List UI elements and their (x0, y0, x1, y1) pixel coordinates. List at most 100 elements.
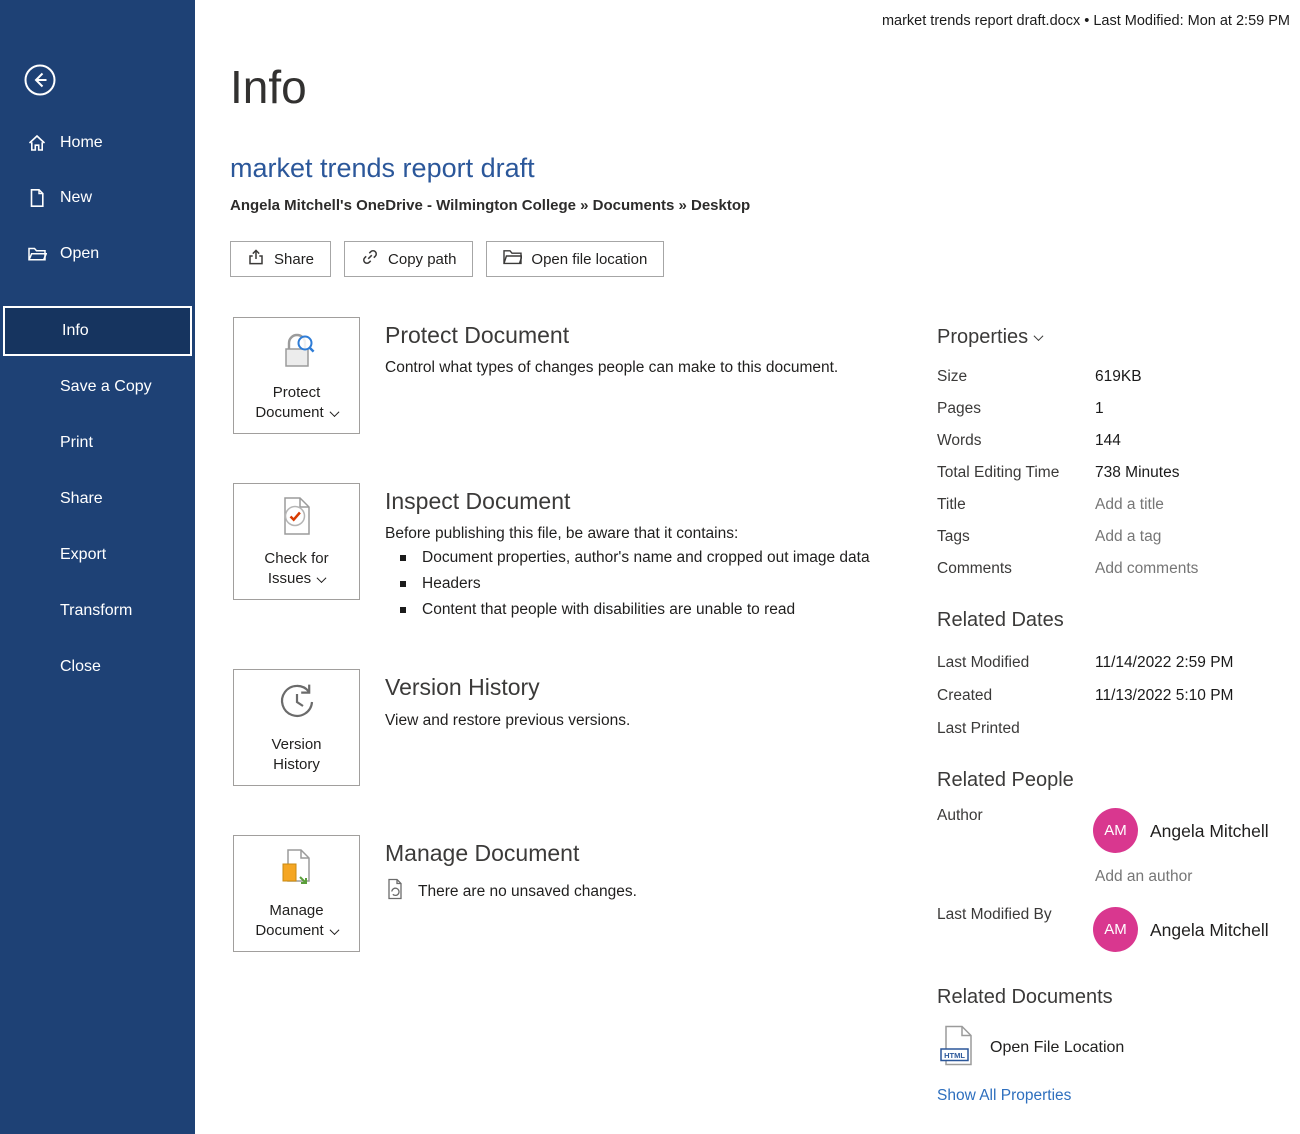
svg-text:HTML: HTML (944, 1051, 965, 1060)
sidebar-item-label: Save a Copy (60, 378, 152, 396)
open-file-location-link-label: Open File Location (990, 1039, 1124, 1057)
inspect-document-bullet-list: Document properties, author's name and c… (400, 549, 870, 627)
protect-document-button[interactable]: Protect Document (233, 317, 360, 434)
date-row-last-modified: Last Modified 11/14/2022 2:59 PM (937, 646, 1297, 679)
last-modified-by-label: Last Modified By (937, 906, 1052, 924)
show-all-properties-link[interactable]: Show All Properties (937, 1087, 1071, 1105)
share-button[interactable]: Share (230, 241, 331, 277)
sidebar-item-label: New (60, 189, 92, 207)
open-file-location-link[interactable]: HTML Open File Location (940, 1025, 1124, 1071)
chevron-down-icon (329, 925, 339, 935)
property-label: Title (937, 496, 1095, 514)
add-comments-field[interactable]: Add comments (1095, 560, 1198, 578)
author-label: Author (937, 807, 983, 825)
property-label: Words (937, 432, 1095, 450)
page-title: Info (230, 60, 307, 114)
new-document-icon (27, 188, 47, 208)
version-history-button-label: Version History (271, 736, 321, 773)
chevron-down-icon (317, 573, 327, 583)
property-label: Comments (937, 560, 1095, 578)
check-for-issues-icon (275, 494, 319, 542)
version-history-description: View and restore previous versions. (385, 712, 630, 730)
bullet-item: Headers (400, 575, 870, 593)
inspect-document-description: Before publishing this file, be aware th… (385, 525, 738, 543)
sidebar-item-close[interactable]: Close (0, 642, 195, 692)
date-label: Last Printed (937, 720, 1095, 738)
property-value: 1 (1095, 400, 1104, 418)
version-history-clock-icon (275, 680, 319, 728)
property-value: 144 (1095, 432, 1121, 450)
open-file-location-button[interactable]: Open file location (486, 241, 664, 277)
sidebar-item-label: Info (62, 322, 89, 340)
protect-document-button-label: Protect Document (255, 384, 323, 421)
property-row-words: Words 144 (937, 425, 1297, 457)
property-label: Tags (937, 528, 1095, 546)
properties-heading[interactable]: Properties (937, 326, 1042, 349)
sidebar-item-label: Print (60, 434, 93, 452)
property-label: Total Editing Time (937, 464, 1095, 482)
related-documents-heading: Related Documents (937, 986, 1113, 1009)
back-arrow-icon (23, 84, 57, 101)
bullet-item: Content that people with disabilities ar… (400, 601, 870, 619)
property-row-size: Size 619KB (937, 361, 1297, 393)
date-value: 11/14/2022 2:59 PM (1095, 654, 1233, 672)
related-dates-table: Last Modified 11/14/2022 2:59 PM Created… (937, 646, 1297, 745)
protect-document-description: Control what types of changes people can… (385, 359, 838, 377)
property-row-tags: Tags Add a tag (937, 521, 1297, 553)
backstage-sidebar: Home New Open Info Save a Copy Print Sha… (0, 0, 195, 1134)
inspect-document-title: Inspect Document (385, 488, 570, 515)
add-author-field[interactable]: Add an author (1095, 868, 1192, 886)
check-for-issues-button[interactable]: Check for Issues (233, 483, 360, 600)
property-row-total-editing-time: Total Editing Time 738 Minutes (937, 457, 1297, 489)
unsaved-changes-document-icon (385, 878, 405, 905)
property-row-title: Title Add a title (937, 489, 1297, 521)
sidebar-item-info[interactable]: Info (3, 306, 192, 356)
share-icon (247, 248, 265, 270)
manage-document-status-text: There are no unsaved changes. (418, 883, 637, 901)
chevron-down-icon (329, 407, 339, 417)
date-row-last-printed: Last Printed (937, 712, 1297, 745)
add-title-field[interactable]: Add a title (1095, 496, 1164, 514)
document-title: market trends report draft (230, 153, 535, 184)
manage-document-button[interactable]: Manage Document (233, 835, 360, 952)
breadcrumb: Angela Mitchell's OneDrive - Wilmington … (230, 197, 750, 214)
protect-document-lock-icon (275, 328, 319, 376)
sidebar-item-home[interactable]: Home (0, 121, 195, 165)
copy-path-button[interactable]: Copy path (344, 241, 473, 277)
sidebar-item-share[interactable]: Share (0, 474, 195, 524)
related-people-heading: Related People (937, 769, 1074, 792)
open-folder-icon (27, 244, 47, 264)
sidebar-item-print[interactable]: Print (0, 418, 195, 468)
document-titlebar-text: market trends report draft.docx • Last M… (882, 13, 1290, 29)
version-history-button[interactable]: Version History (233, 669, 360, 786)
property-row-pages: Pages 1 (937, 393, 1297, 425)
author-avatar[interactable]: AM (1093, 808, 1138, 853)
open-file-location-button-label: Open file location (531, 251, 647, 268)
sidebar-item-label: Transform (60, 602, 132, 620)
folder-icon (503, 249, 522, 269)
sidebar-item-transform[interactable]: Transform (0, 586, 195, 636)
sidebar-item-label: Home (60, 134, 103, 152)
last-modified-by-avatar[interactable]: AM (1093, 907, 1138, 952)
sidebar-item-new[interactable]: New (0, 176, 195, 220)
author-name[interactable]: Angela Mitchell (1150, 821, 1269, 842)
last-modified-by-name[interactable]: Angela Mitchell (1150, 920, 1269, 941)
sidebar-item-label: Open (60, 245, 99, 263)
manage-document-icon (275, 846, 319, 894)
add-tag-field[interactable]: Add a tag (1095, 528, 1161, 546)
property-row-comments: Comments Add comments (937, 553, 1297, 585)
back-button[interactable] (23, 63, 57, 97)
share-button-label: Share (274, 251, 314, 268)
sidebar-item-export[interactable]: Export (0, 530, 195, 580)
protect-document-title: Protect Document (385, 322, 569, 349)
sidebar-item-open[interactable]: Open (0, 232, 195, 276)
html-document-icon: HTML (940, 1025, 974, 1071)
property-label: Pages (937, 400, 1095, 418)
sidebar-item-save-a-copy[interactable]: Save a Copy (0, 362, 195, 412)
manage-document-title: Manage Document (385, 840, 579, 867)
sidebar-item-label: Export (60, 546, 106, 564)
sidebar-item-label: Close (60, 658, 101, 676)
home-icon (27, 133, 47, 153)
date-value: 11/13/2022 5:10 PM (1095, 687, 1233, 705)
date-label: Created (937, 687, 1095, 705)
